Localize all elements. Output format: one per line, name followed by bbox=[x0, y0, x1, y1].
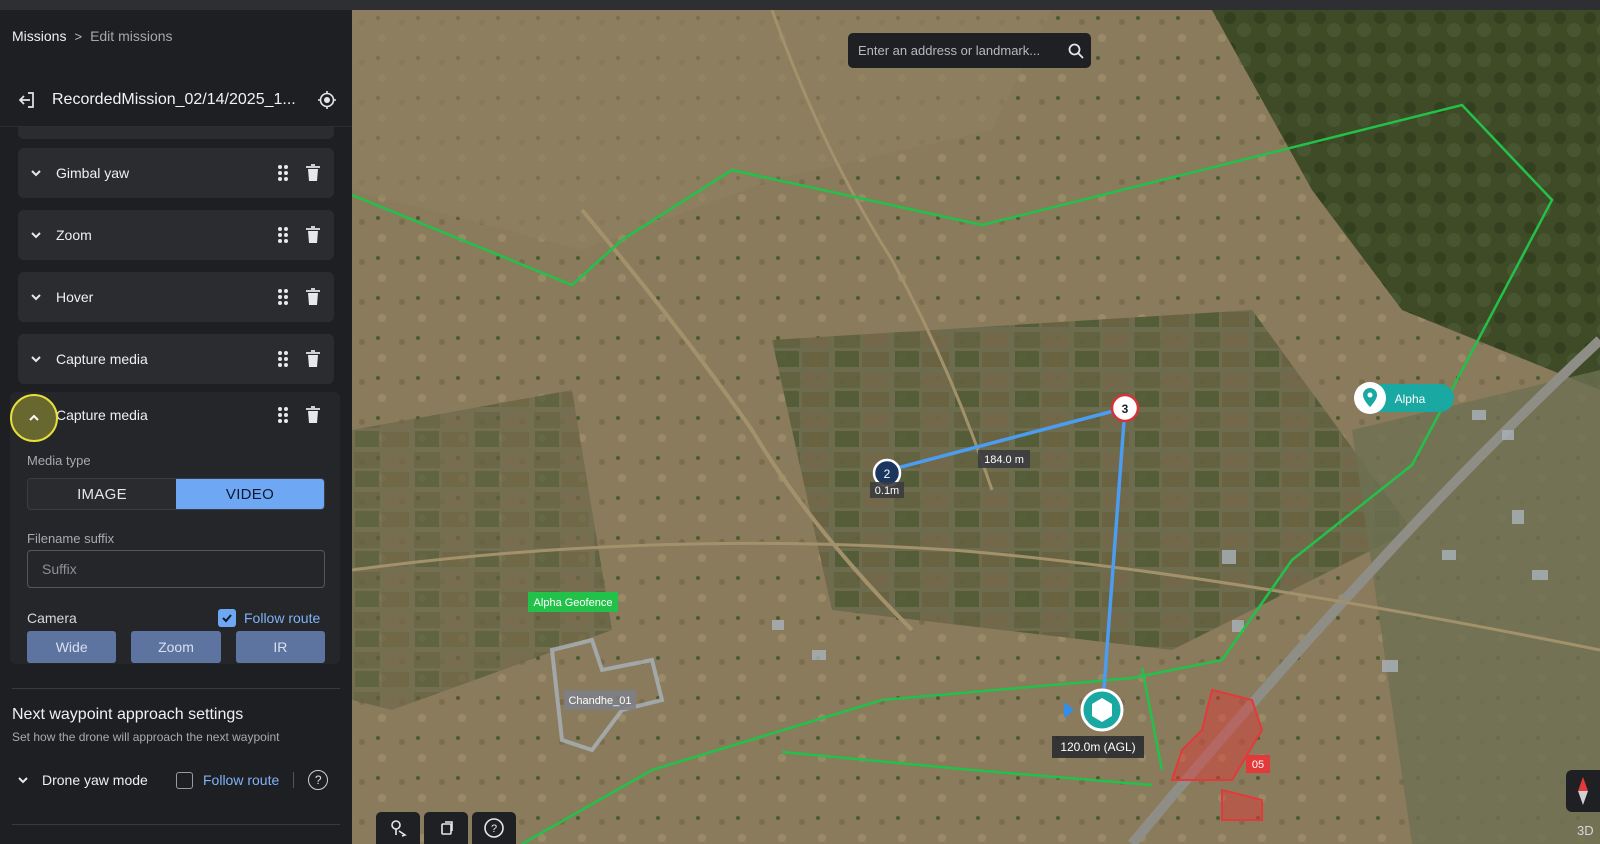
compass-icon[interactable] bbox=[1566, 770, 1600, 812]
media-option-image[interactable]: IMAGE bbox=[28, 479, 176, 509]
action-card-clipped bbox=[18, 127, 334, 139]
filename-suffix-label: Filename suffix bbox=[27, 531, 115, 546]
follow-route-label: Follow route bbox=[244, 610, 321, 626]
chevron-up-icon[interactable] bbox=[10, 394, 58, 442]
expanded-card-header[interactable]: Capture media bbox=[18, 394, 334, 436]
chevron-down-icon[interactable] bbox=[22, 228, 50, 242]
trash-icon[interactable] bbox=[302, 164, 324, 182]
chevron-down-icon[interactable] bbox=[22, 290, 50, 304]
trash-icon[interactable] bbox=[302, 226, 324, 244]
drone-yaw-mode-label: Drone yaw mode bbox=[42, 772, 148, 788]
chevron-down-icon[interactable] bbox=[22, 352, 50, 366]
action-label: Gimbal yaw bbox=[56, 165, 130, 181]
breadcrumb: Missions > Edit missions bbox=[12, 28, 173, 44]
camera-wide-button[interactable]: Wide bbox=[27, 631, 117, 663]
drag-handle-icon[interactable] bbox=[272, 406, 294, 424]
3d-toggle-button[interactable]: 3D bbox=[1577, 823, 1594, 838]
help-icon[interactable]: ? bbox=[472, 812, 516, 844]
waypoint-height-label: 0.1m bbox=[875, 485, 899, 497]
search-placeholder: Enter an address or landmark... bbox=[858, 43, 1041, 58]
camera-label: Camera bbox=[27, 610, 77, 626]
action-label: Capture media bbox=[56, 351, 148, 367]
svg-text:?: ? bbox=[491, 823, 497, 835]
action-card-hover[interactable]: Hover bbox=[18, 272, 334, 322]
waypoint-2-marker[interactable]: 2 bbox=[884, 467, 891, 481]
mission-header: RecordedMission_02/14/2025_1... bbox=[12, 80, 340, 120]
divider bbox=[12, 824, 340, 825]
chevron-down-icon[interactable] bbox=[22, 166, 50, 180]
address-search-input[interactable]: Enter an address or landmark... bbox=[848, 33, 1091, 68]
drag-handle-icon[interactable] bbox=[272, 350, 294, 368]
chevron-down-icon[interactable] bbox=[12, 773, 34, 787]
camera-follow-route-toggle[interactable]: Follow route bbox=[218, 609, 320, 627]
drag-handle-icon[interactable] bbox=[272, 164, 294, 182]
action-card-zoom[interactable]: Zoom bbox=[18, 210, 334, 260]
suffix-placeholder: Suffix bbox=[42, 561, 77, 577]
search-icon[interactable] bbox=[1061, 43, 1091, 59]
media-type-toggle: IMAGE VIDEO bbox=[27, 478, 325, 510]
copy-icon[interactable] bbox=[424, 812, 468, 844]
media-option-video[interactable]: VIDEO bbox=[176, 479, 324, 509]
trash-icon[interactable] bbox=[302, 350, 324, 368]
approach-section-title: Next waypoint approach settings bbox=[12, 706, 244, 723]
mission-title: RecordedMission_02/14/2025_1... bbox=[52, 91, 296, 108]
waypoint-3-marker[interactable]: 3 bbox=[1122, 402, 1129, 416]
media-type-label: Media type bbox=[27, 453, 91, 468]
camera-selector: Wide Zoom IR bbox=[27, 631, 325, 663]
action-label: Hover bbox=[56, 289, 94, 305]
action-card-gimbal-yaw[interactable]: Gimbal yaw bbox=[18, 148, 334, 198]
restricted-zone-label[interactable]: 05 bbox=[1252, 759, 1264, 771]
breadcrumb-current: Edit missions bbox=[90, 28, 173, 44]
geofence-label[interactable]: Alpha Geofence bbox=[534, 597, 613, 609]
map-toolbar: ? bbox=[376, 812, 516, 844]
top-bar bbox=[0, 0, 1600, 10]
distance-label: 184.0 m bbox=[984, 454, 1024, 466]
poi-label[interactable]: Alpha bbox=[1395, 392, 1426, 406]
divider bbox=[293, 772, 295, 788]
action-label: Capture media bbox=[56, 407, 148, 423]
locate-icon[interactable] bbox=[314, 87, 340, 113]
dock-altitude-label: 120.0m (AGL) bbox=[1060, 740, 1135, 754]
drag-handle-icon[interactable] bbox=[272, 226, 294, 244]
checkbox-checked-icon[interactable] bbox=[218, 609, 236, 627]
exit-icon[interactable] bbox=[14, 87, 40, 113]
breadcrumb-separator: > bbox=[74, 28, 83, 44]
drag-handle-icon[interactable] bbox=[272, 288, 294, 306]
camera-zoom-button[interactable]: Zoom bbox=[131, 631, 221, 663]
trash-icon[interactable] bbox=[302, 406, 324, 424]
pin-cursor-icon[interactable] bbox=[376, 812, 420, 844]
camera-ir-button[interactable]: IR bbox=[235, 631, 325, 663]
trash-icon[interactable] bbox=[302, 288, 324, 306]
area-label[interactable]: Chandhe_01 bbox=[568, 695, 631, 707]
help-icon[interactable]: ? bbox=[308, 770, 329, 790]
drone-yaw-mode-row: Drone yaw mode Follow route ? bbox=[12, 766, 340, 794]
action-card-capture-media[interactable]: Capture media bbox=[18, 334, 334, 384]
divider bbox=[12, 688, 340, 689]
approach-section-subtitle: Set how the drone will approach the next… bbox=[12, 730, 280, 744]
action-label: Zoom bbox=[56, 227, 92, 243]
follow-route-checkbox[interactable] bbox=[176, 771, 193, 789]
follow-route-label[interactable]: Follow route bbox=[203, 772, 279, 788]
map-canvas[interactable]: 2 3 Alpha Alpha Geofence Chandhe_01 184.… bbox=[352, 10, 1600, 844]
satellite-map[interactable]: 2 3 Alpha Alpha Geofence Chandhe_01 184.… bbox=[352, 10, 1600, 844]
breadcrumb-missions-link[interactable]: Missions bbox=[12, 28, 66, 44]
filename-suffix-input[interactable]: Suffix bbox=[27, 550, 325, 588]
